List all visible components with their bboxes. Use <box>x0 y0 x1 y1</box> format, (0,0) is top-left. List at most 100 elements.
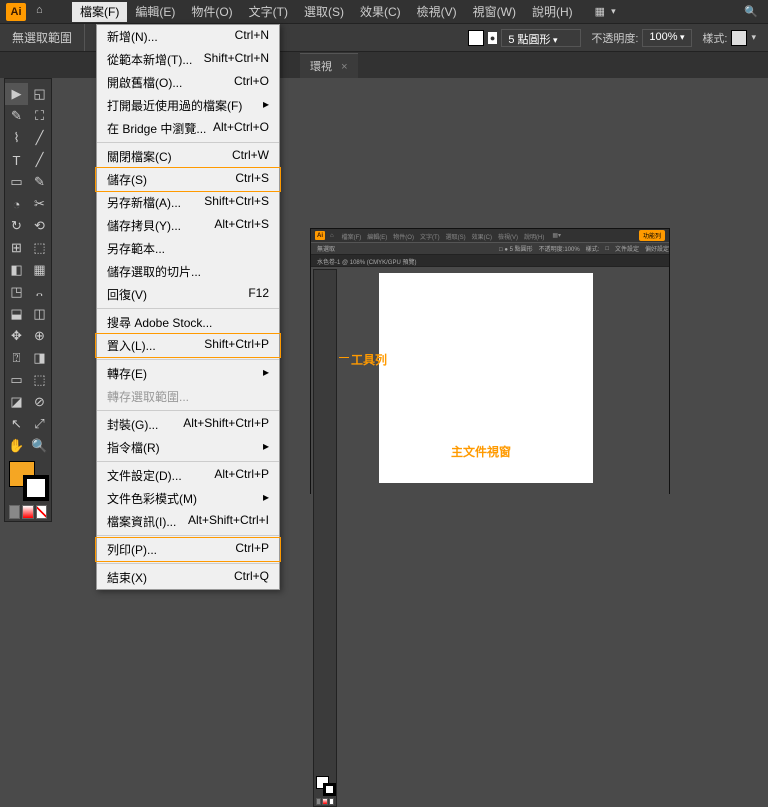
file-menu-item[interactable]: 指令檔(R)▸ <box>97 436 279 459</box>
file-menu-item[interactable]: 儲存(S)Ctrl+S <box>97 168 279 191</box>
menu-檢視[interactable]: 檢視(V) <box>409 2 465 22</box>
mini-menu-item: 編輯(E) <box>364 235 390 241</box>
tool-10[interactable]: ◔ <box>5 193 28 215</box>
mini-function-bar-badge: 功能列 <box>639 230 665 241</box>
brush-preset-select[interactable]: 5 點圓形 <box>501 29 581 47</box>
file-menu-item[interactable]: 文件色彩模式(M)▸ <box>97 487 279 510</box>
menu-效果[interactable]: 效果(C) <box>352 2 409 22</box>
tool-7[interactable]: ╱ <box>28 149 51 171</box>
selection-indicator: 無選取範圍 <box>0 24 85 51</box>
tool-33[interactable]: 🔍 <box>28 435 51 457</box>
callout-toolbar-label: 工具列 <box>351 351 387 368</box>
menu-選取[interactable]: 選取(S) <box>296 2 352 22</box>
file-menu-item[interactable]: 檔案資訊(I)...Alt+Shift+Ctrl+I <box>97 510 279 533</box>
file-menu-item[interactable]: 開啟舊檔(O)...Ctrl+O <box>97 71 279 94</box>
file-menu-item[interactable]: 搜尋 Adobe Stock... <box>97 311 279 334</box>
color-mode-solid[interactable] <box>9 505 20 519</box>
tool-4[interactable]: ⌇ <box>5 127 28 149</box>
file-menu-item[interactable]: 置入(L)...Shift+Ctrl+P <box>97 334 279 357</box>
file-menu-item[interactable]: 儲存選取的切片... <box>97 260 279 283</box>
file-menu-item[interactable]: 從範本新增(T)...Shift+Ctrl+N <box>97 48 279 71</box>
tool-20[interactable]: ⬓ <box>5 303 28 325</box>
file-menu-item[interactable]: 另存新檔(A)...Shift+Ctrl+S <box>97 191 279 214</box>
tool-21[interactable]: ◫ <box>28 303 51 325</box>
mini-menu-item: 文字(T) <box>417 235 443 241</box>
file-menu-item[interactable]: 轉存(E)▸ <box>97 362 279 385</box>
tool-15[interactable]: ⬚ <box>28 237 51 259</box>
mini-menu-item: 檔案(F) <box>339 235 365 241</box>
tool-22[interactable]: ✥ <box>5 325 28 347</box>
menu-視窗[interactable]: 視窗(W) <box>465 2 524 22</box>
tool-5[interactable]: ╱ <box>28 127 51 149</box>
file-menu-item[interactable]: 在 Bridge 中瀏覽...Alt+Ctrl+O <box>97 117 279 140</box>
stroke-swatch-tool[interactable] <box>23 475 49 501</box>
opacity-input[interactable]: 100% <box>642 29 692 47</box>
fill-stroke-control[interactable] <box>9 461 49 501</box>
app-logo-icon: Ai <box>6 3 26 21</box>
mini-menu-item: 說明(H) <box>521 235 547 241</box>
file-menu-item[interactable]: 關閉檔案(C)Ctrl+W <box>97 145 279 168</box>
tool-30[interactable]: ↖ <box>5 413 28 435</box>
file-menu-item[interactable]: 打開最近使用過的檔案(F)▸ <box>97 94 279 117</box>
tool-31[interactable]: ⤢ <box>28 413 51 435</box>
mini-style: 樣式: <box>586 244 600 253</box>
tool-29[interactable]: ⊘ <box>28 391 51 413</box>
tool-24[interactable]: ⍰ <box>5 347 28 369</box>
file-menu-item[interactable]: 封裝(G)...Alt+Shift+Ctrl+P <box>97 413 279 436</box>
menu-編輯[interactable]: 編輯(E) <box>127 2 183 22</box>
tool-17[interactable]: ▦ <box>28 259 51 281</box>
search-icon[interactable]: 🔍 <box>744 5 758 18</box>
menu-文字[interactable]: 文字(T) <box>241 2 296 22</box>
tool-32[interactable]: ✋ <box>5 435 28 457</box>
file-menu-item[interactable]: 另存範本... <box>97 237 279 260</box>
tool-8[interactable]: ▭ <box>5 171 28 193</box>
embedded-screenshot: Ai ⌂ 檔案(F)編輯(E)物件(O)文字(T)選取(S)效果(C)檢視(V)… <box>310 228 670 494</box>
tools-panel: ▶◱✎⛶⌇╱T╱▭✎◔✂↻⟲⊞⬚◧▦◳᎔⬓◫✥⊕⍰◨▭⬚◪⊘↖⤢✋🔍 <box>4 78 52 522</box>
tool-1[interactable]: ◱ <box>28 83 51 105</box>
tool-2[interactable]: ✎ <box>5 105 28 127</box>
tool-19[interactable]: ᎔ <box>28 281 51 303</box>
tool-28[interactable]: ◪ <box>5 391 28 413</box>
tool-0[interactable]: ▶ <box>5 83 28 105</box>
tool-3[interactable]: ⛶ <box>28 105 51 127</box>
tool-27[interactable]: ⬚ <box>28 369 51 391</box>
file-menu-item[interactable]: 回復(V)F12 <box>97 283 279 306</box>
mini-grid-icon: ▦▾ <box>549 232 564 239</box>
mini-document-tab: 水色卷-1 @ 108% (CMYK/GPU 預覽) <box>311 255 669 267</box>
tool-16[interactable]: ◧ <box>5 259 28 281</box>
menu-檔案[interactable]: 檔案(F) <box>72 2 127 22</box>
style-swatch[interactable] <box>731 30 747 46</box>
tool-25[interactable]: ◨ <box>28 347 51 369</box>
tool-18[interactable]: ◳ <box>5 281 28 303</box>
color-mode-none[interactable] <box>36 505 47 519</box>
tool-11[interactable]: ✂ <box>28 193 51 215</box>
file-menu-item[interactable]: 列印(P)...Ctrl+P <box>97 538 279 561</box>
tool-9[interactable]: ✎ <box>28 171 51 193</box>
tool-23[interactable]: ⊕ <box>28 325 51 347</box>
layout-grid-icon[interactable]: ▦ <box>595 5 605 18</box>
tool-12[interactable]: ↻ <box>5 215 28 237</box>
menu-物件[interactable]: 物件(O) <box>183 2 240 22</box>
tool-14[interactable]: ⊞ <box>5 237 28 259</box>
layout-caret-icon[interactable]: ▾ <box>611 6 616 17</box>
menubar: Ai ⌂ 檔案(F)編輯(E)物件(O)文字(T)選取(S)效果(C)檢視(V)… <box>0 0 768 24</box>
document-tab[interactable]: 環視 × <box>300 53 358 78</box>
tool-26[interactable]: ▭ <box>5 369 28 391</box>
document-tab-title: 環視 <box>310 61 332 73</box>
tool-6[interactable]: T <box>5 149 28 171</box>
menu-說明[interactable]: 說明(H) <box>524 2 581 22</box>
mini-menu-item: 檢視(V) <box>495 235 521 241</box>
home-icon[interactable]: ⌂ <box>36 4 52 20</box>
file-menu-dropdown: 新增(N)...Ctrl+N從範本新增(T)...Shift+Ctrl+N開啟舊… <box>96 24 280 590</box>
tool-13[interactable]: ⟲ <box>28 215 51 237</box>
file-menu-item[interactable]: 儲存拷貝(Y)...Alt+Ctrl+S <box>97 214 279 237</box>
mini-stroke: 5 點圓形 <box>510 247 533 253</box>
mini-menubar: Ai ⌂ 檔案(F)編輯(E)物件(O)文字(T)選取(S)效果(C)檢視(V)… <box>311 229 669 243</box>
opacity-label: 不透明度: <box>591 30 638 46</box>
stroke-swatch[interactable] <box>468 30 484 46</box>
file-menu-item[interactable]: 新增(N)...Ctrl+N <box>97 25 279 48</box>
color-mode-gradient[interactable] <box>22 505 33 519</box>
close-icon[interactable]: × <box>341 61 347 73</box>
file-menu-item[interactable]: 文件設定(D)...Alt+Ctrl+P <box>97 464 279 487</box>
file-menu-item[interactable]: 結束(X)Ctrl+Q <box>97 566 279 589</box>
